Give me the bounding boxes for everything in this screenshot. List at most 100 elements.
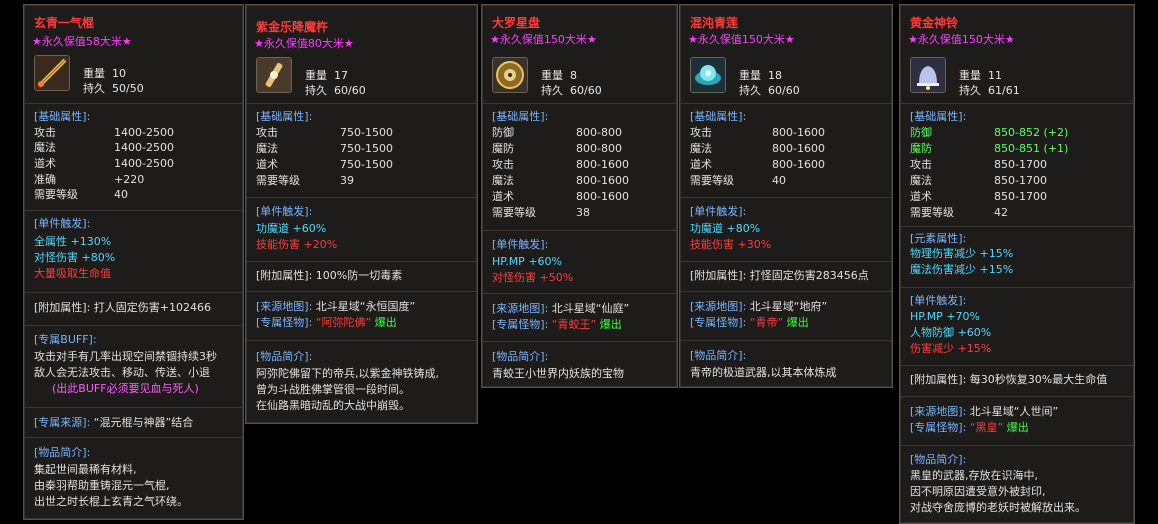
stat-mdefense: 魔防 850-851 (+1) xyxy=(910,142,1069,155)
value-badge: ★永久保值80大米★ xyxy=(254,37,354,50)
value-badge: ★永久保值150大米★ xyxy=(908,33,1015,46)
trigger-header: [单件触发]: xyxy=(34,217,91,230)
map-row: [来源地图]: 北斗星域“人世间” xyxy=(910,405,1059,418)
trigger-row: 技能伤害 +20% xyxy=(256,238,338,251)
trigger-row: HP.MP +60% xyxy=(492,255,562,268)
weight-row: 重量 11 xyxy=(959,69,1002,82)
extra-attr: [附加属性]: 打怪固定伤害283456点 xyxy=(690,269,869,282)
trigger-row: 伤害减少 +15% xyxy=(910,342,992,355)
item-title: 紫金乐降魔杵 xyxy=(256,20,329,34)
desc-header: [物品简介]: xyxy=(492,350,549,363)
stat-magic: 魔法 800-1600 xyxy=(492,174,629,187)
item-card-xuanqing: 玄青一气棍 ★永久保值58大米★ 重量 10 持久 50/50 [基础属性]: … xyxy=(23,4,244,520)
desc-header: [物品简介]: xyxy=(256,350,313,363)
stat-tao: 道术 850-1700 xyxy=(910,190,1047,203)
stat-mdefense: 魔防 800-800 xyxy=(492,142,622,155)
durability-row: 持久 60/60 xyxy=(739,84,800,97)
buff-line: 敌人会无法攻击、移动、传送、小退 xyxy=(34,366,210,379)
desc-line: 黑皇的武器,存放在识海中, xyxy=(910,469,1038,482)
buff-line: 攻击对手有几率出现空间禁锢持续3秒 xyxy=(34,350,217,363)
desc-line: 青帝的极道武器,以其本体炼成 xyxy=(690,366,837,379)
trigger-row: 技能伤害 +30% xyxy=(690,238,772,251)
bell-icon xyxy=(910,57,946,93)
stat-accuracy: 准确 +220 xyxy=(34,173,145,186)
star-disk-icon xyxy=(492,57,528,93)
stat-defense: 防御 800-800 xyxy=(492,126,622,139)
desc-line: 对战夺舍庞博的老妖时被解放出来。 xyxy=(910,501,1086,514)
weight-row: 重量 10 xyxy=(83,67,126,80)
desc-line: 在仙路黑暗动乱的大战中崩毁。 xyxy=(256,399,410,412)
stat-magic: 魔法 850-1700 xyxy=(910,174,1047,187)
lotus-icon xyxy=(690,57,726,93)
base-header: [基础属性]: xyxy=(910,110,967,123)
item-title: 黄金神铃 xyxy=(910,16,959,30)
pestle-icon xyxy=(256,57,292,93)
elem-header: [元素属性]: xyxy=(910,232,967,245)
monster-row: [专属怪物]: “阿弥陀佛” 爆出 xyxy=(256,316,397,329)
stat-level: 需要等级 40 xyxy=(690,174,786,187)
trigger-header: [单件触发]: xyxy=(256,205,313,218)
desc-line: 曾为斗战胜佛掌管很一段时间。 xyxy=(256,383,410,396)
trigger-row: 对怪伤害 +80% xyxy=(34,251,116,264)
item-card-huangjin: 黄金神铃 ★永久保值150大米★ 重量 11 持久 61/61 [基础属性]: … xyxy=(899,4,1135,524)
stat-level: 需要等级 42 xyxy=(910,206,1008,219)
extra-attr: [附加属性]: 100%防一切毒素 xyxy=(256,269,403,282)
trigger-row: 全属性 +130% xyxy=(34,235,112,248)
trigger-row: 人物防御 +60% xyxy=(910,326,992,339)
buff-header: [专属BUFF]: xyxy=(34,333,97,346)
desc-line: 集起世间最稀有材料, xyxy=(34,463,137,476)
stat-level: 需要等级 40 xyxy=(34,188,128,201)
desc-line: 青蛟王小世界内妖族的宝物 xyxy=(492,367,624,380)
desc-line: 因不明原因遭受意外被封印, xyxy=(910,485,1046,498)
stat-level: 需要等级 38 xyxy=(492,206,590,219)
stat-tao: 道术 800-1600 xyxy=(690,158,825,171)
stat-defense: 防御 850-852 (+2) xyxy=(910,126,1069,139)
value-badge: ★永久保值150大米★ xyxy=(688,33,795,46)
stat-attack: 攻击 800-1600 xyxy=(690,126,825,139)
elem-row: 魔法伤害减少 +15% xyxy=(910,263,1014,276)
stat-level: 需要等级 39 xyxy=(256,174,354,187)
source-row: [专属来源]: “混元棍与神器”结合 xyxy=(34,416,194,429)
monster-row: [专属怪物]: “青蛟王” 爆出 xyxy=(492,318,622,331)
map-row: [来源地图]: 北斗星域“永恒国度” xyxy=(256,300,416,313)
item-title: 玄青一气棍 xyxy=(34,16,95,30)
stat-magic: 魔法 800-1600 xyxy=(690,142,825,155)
map-row: [来源地图]: 北斗星域“仙庭” xyxy=(492,302,630,315)
desc-header: [物品简介]: xyxy=(34,446,91,459)
staff-icon xyxy=(34,55,70,91)
stat-tao: 道术 1400-2500 xyxy=(34,157,174,170)
item-title: 混沌青莲 xyxy=(690,16,739,30)
weight-row: 重量 8 xyxy=(541,69,577,82)
stat-tao: 道术 750-1500 xyxy=(256,158,393,171)
base-header: [基础属性]: xyxy=(690,110,747,123)
trigger-row: 功魔道 +80% xyxy=(690,222,761,235)
desc-line: 出世之时长棍上玄青之气环绕。 xyxy=(34,495,188,508)
durability-row: 持久 61/61 xyxy=(959,84,1020,97)
trigger-header: [单件触发]: xyxy=(690,205,747,218)
base-header: [基础属性]: xyxy=(256,110,313,123)
stat-attack: 攻击 750-1500 xyxy=(256,126,393,139)
item-title: 大罗星盘 xyxy=(492,16,541,30)
buff-note: (出此BUFF必须要见血与死人) xyxy=(52,382,199,395)
trigger-row: 大量吸取生命值 xyxy=(34,267,111,280)
trigger-row: HP.MP +70% xyxy=(910,310,980,323)
item-card-daluo: 大罗星盘 ★永久保值150大米★ 重量 8 持久 60/60 [基础属性]: 防… xyxy=(481,4,678,388)
stat-tao: 道术 800-1600 xyxy=(492,190,629,203)
weight-row: 重量 18 xyxy=(739,69,782,82)
stat-attack: 攻击 1400-2500 xyxy=(34,126,174,139)
desc-header: [物品简介]: xyxy=(910,453,967,466)
item-card-hundun: 混沌青莲 ★永久保值150大米★ 重量 18 持久 60/60 [基础属性]: … xyxy=(679,4,893,388)
value-badge: ★永久保值150大米★ xyxy=(490,33,597,46)
extra-attr: [附加属性]: 打人固定伤害+102466 xyxy=(34,301,211,314)
monster-row: [专属怪物]: “黑皇” 爆出 xyxy=(910,421,1029,434)
durability-row: 持久 60/60 xyxy=(541,84,602,97)
base-header: [基础属性]: xyxy=(492,110,549,123)
stat-magic: 魔法 1400-2500 xyxy=(34,141,174,154)
desc-header: [物品简介]: xyxy=(690,349,747,362)
value-badge: ★永久保值58大米★ xyxy=(32,35,132,48)
elem-row: 物理伤害减少 +15% xyxy=(910,247,1014,260)
durability-row: 持久 60/60 xyxy=(305,84,366,97)
stat-magic: 魔法 750-1500 xyxy=(256,142,393,155)
trigger-row: 对怪伤害 +50% xyxy=(492,271,574,284)
monster-row: [专属怪物]: “青帝” 爆出 xyxy=(690,316,809,329)
